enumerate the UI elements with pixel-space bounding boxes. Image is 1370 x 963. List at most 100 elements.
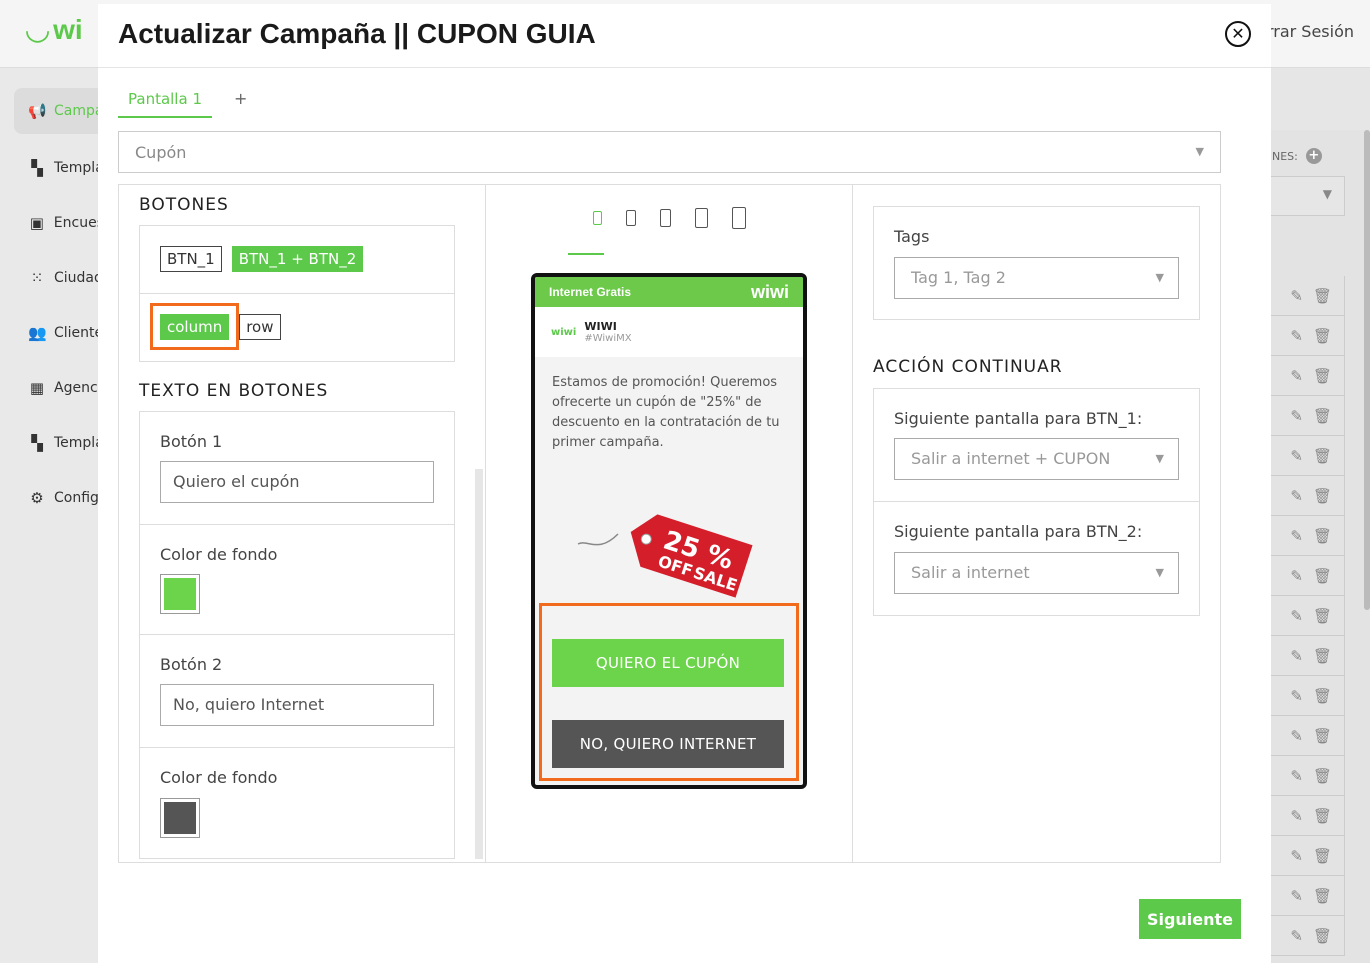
trash-icon[interactable]: 🗑 <box>1313 727 1332 745</box>
sidebar-item-campaigns[interactable]: 📢 Campa <box>14 88 104 134</box>
sidebar-item-templates-2[interactable]: ▚ Templa <box>14 420 104 466</box>
trash-icon[interactable]: 🗑 <box>1313 767 1332 785</box>
settings-column: Tags Tag 1, Tag 2 ▼ ACCIÓN CONTINUAR Sig… <box>853 185 1220 862</box>
edit-icon[interactable]: ✎ <box>1290 927 1303 945</box>
edit-icon[interactable]: ✎ <box>1290 407 1303 425</box>
table-row: ✎ 🗑 <box>1270 396 1345 436</box>
btn1-next-value: Salir a internet + CUPON <box>911 449 1111 468</box>
btn2-next-value: Salir a internet <box>911 563 1030 582</box>
trash-icon[interactable]: 🗑 <box>1313 567 1332 585</box>
btn2-text-input[interactable]: No, quiero Internet <box>160 684 434 726</box>
btn1-btn2-option[interactable]: BTN_1 + BTN_2 <box>231 246 364 272</box>
btn1-text-input[interactable]: Quiero el cupón <box>160 461 434 503</box>
buttons-config-column: BOTONES BTN_1 BTN_1 + BTN_2 column row T… <box>119 185 486 862</box>
btn1-color-picker[interactable] <box>160 574 200 614</box>
left-column-scrollbar[interactable] <box>475 469 483 859</box>
sidebar-item-label: Campa <box>54 103 104 119</box>
table-row: ✎ 🗑 <box>1270 796 1345 836</box>
background-table-header: NES: + <box>1272 148 1322 164</box>
edit-icon[interactable]: ✎ <box>1290 887 1303 905</box>
tab-pantalla-1[interactable]: Pantalla 1 <box>118 84 212 118</box>
sidebar-item-label: Config <box>54 490 99 506</box>
sidebar-item-clients[interactable]: 👥 Cliente <box>14 310 104 356</box>
highlight-column-option <box>150 303 239 350</box>
trash-icon[interactable]: 🗑 <box>1313 447 1332 465</box>
modal-title: Actualizar Campaña || CUPON GUIA <box>118 18 596 49</box>
trash-icon[interactable]: 🗑 <box>1313 647 1332 665</box>
trash-icon[interactable]: 🗑 <box>1313 607 1332 625</box>
btn2-next-select[interactable]: Salir a internet ▼ <box>894 552 1179 594</box>
edit-icon[interactable]: ✎ <box>1290 567 1303 585</box>
screen-type-select[interactable]: Cupón ▼ <box>118 131 1221 173</box>
trash-icon[interactable]: 🗑 <box>1313 847 1332 865</box>
close-icon[interactable]: ✕ <box>1225 21 1251 47</box>
preview-message: Estamos de promoción! Queremos ofrecerte… <box>552 375 780 450</box>
trash-icon[interactable]: 🗑 <box>1313 287 1332 305</box>
trash-icon[interactable]: 🗑 <box>1313 807 1332 825</box>
edit-icon[interactable]: ✎ <box>1290 727 1303 745</box>
device-sm-icon[interactable] <box>626 210 636 226</box>
update-campaign-modal: Actualizar Campaña || CUPON GUIA ✕ Panta… <box>98 4 1271 963</box>
modal-header: Actualizar Campaña || CUPON GUIA ✕ <box>98 4 1271 68</box>
btn1-bg-color-label: Color de fondo <box>160 545 278 564</box>
trash-icon[interactable]: 🗑 <box>1313 327 1332 345</box>
edit-icon[interactable]: ✎ <box>1290 527 1303 545</box>
table-row: ✎ 🗑 <box>1270 636 1345 676</box>
preview-brand-row: wiwi WIWI #WiwiMX <box>535 307 803 357</box>
trash-icon[interactable]: 🗑 <box>1313 687 1332 705</box>
sidebar-item-config[interactable]: ⚙ Config <box>14 475 104 521</box>
grid-dots-icon: ⁙ <box>30 269 44 287</box>
device-lg-icon[interactable] <box>695 208 708 228</box>
trash-icon[interactable]: 🗑 <box>1313 527 1332 545</box>
edit-icon[interactable]: ✎ <box>1290 647 1303 665</box>
row-option[interactable]: row <box>239 314 281 340</box>
edit-icon[interactable]: ✎ <box>1290 327 1303 345</box>
table-row: ✎ 🗑 <box>1270 316 1345 356</box>
trash-icon[interactable]: 🗑 <box>1313 887 1332 905</box>
preview-top-bar: Internet Gratis wiwi <box>535 277 803 307</box>
sidebar-item-label: Agenc <box>54 380 98 396</box>
btn1-option[interactable]: BTN_1 <box>160 246 222 272</box>
sidebar-item-cities[interactable]: ⁙ Ciudad <box>14 255 104 301</box>
trash-icon[interactable]: 🗑 <box>1313 367 1332 385</box>
preview-column: Internet Gratis wiwi wiwi WIWI #WiwiMX E… <box>486 185 853 862</box>
template-icon: ▚ <box>31 434 43 452</box>
edit-icon[interactable]: ✎ <box>1290 607 1303 625</box>
device-xl-icon[interactable] <box>732 207 746 229</box>
sidebar-item-surveys[interactable]: ▣ Encues <box>14 200 104 246</box>
table-row: ✎ 🗑 <box>1270 596 1345 636</box>
edit-icon[interactable]: ✎ <box>1290 767 1303 785</box>
brand-logo: wiwi <box>551 326 577 338</box>
sale-tag-image: 25 % OFF SALE <box>577 514 753 598</box>
screen-tabs: Pantalla 1 + <box>118 84 247 118</box>
background-filter-select[interactable]: ▼ <box>1270 176 1345 216</box>
sidebar-item-agencies[interactable]: ▦ Agenc <box>14 365 104 411</box>
page-scrollbar[interactable] <box>1364 130 1370 610</box>
sidebar-item-templates[interactable]: ▚ Templa <box>14 145 104 191</box>
next-button[interactable]: Siguiente <box>1139 899 1241 939</box>
highlight-preview-buttons <box>539 603 799 781</box>
edit-icon[interactable]: ✎ <box>1290 847 1303 865</box>
edit-icon[interactable]: ✎ <box>1290 487 1303 505</box>
btn1-next-label: Siguiente pantalla para BTN_1: <box>894 409 1143 428</box>
device-md-icon[interactable] <box>660 209 671 227</box>
table-row: ✎ 🗑 <box>1270 876 1345 916</box>
table-row: ✎ 🗑 <box>1270 716 1345 756</box>
add-screen-tab-button[interactable]: + <box>234 89 247 118</box>
trash-icon[interactable]: 🗑 <box>1313 927 1332 945</box>
add-icon[interactable]: + <box>1305 148 1322 164</box>
tags-select[interactable]: Tag 1, Tag 2 ▼ <box>894 257 1179 299</box>
edit-icon[interactable]: ✎ <box>1290 367 1303 385</box>
logout-link[interactable]: rrar Sesión <box>1267 22 1354 41</box>
edit-icon[interactable]: ✎ <box>1290 687 1303 705</box>
edit-icon[interactable]: ✎ <box>1290 287 1303 305</box>
trash-icon[interactable]: 🗑 <box>1313 407 1332 425</box>
trash-icon[interactable]: 🗑 <box>1313 487 1332 505</box>
continue-action-box: Siguiente pantalla para BTN_1: Salir a i… <box>873 388 1200 616</box>
btn1-next-select[interactable]: Salir a internet + CUPON ▼ <box>894 438 1179 480</box>
btn2-color-picker[interactable] <box>160 798 200 838</box>
device-selector <box>486 207 853 229</box>
edit-icon[interactable]: ✎ <box>1290 447 1303 465</box>
edit-icon[interactable]: ✎ <box>1290 807 1303 825</box>
device-xs-icon[interactable] <box>593 211 602 225</box>
